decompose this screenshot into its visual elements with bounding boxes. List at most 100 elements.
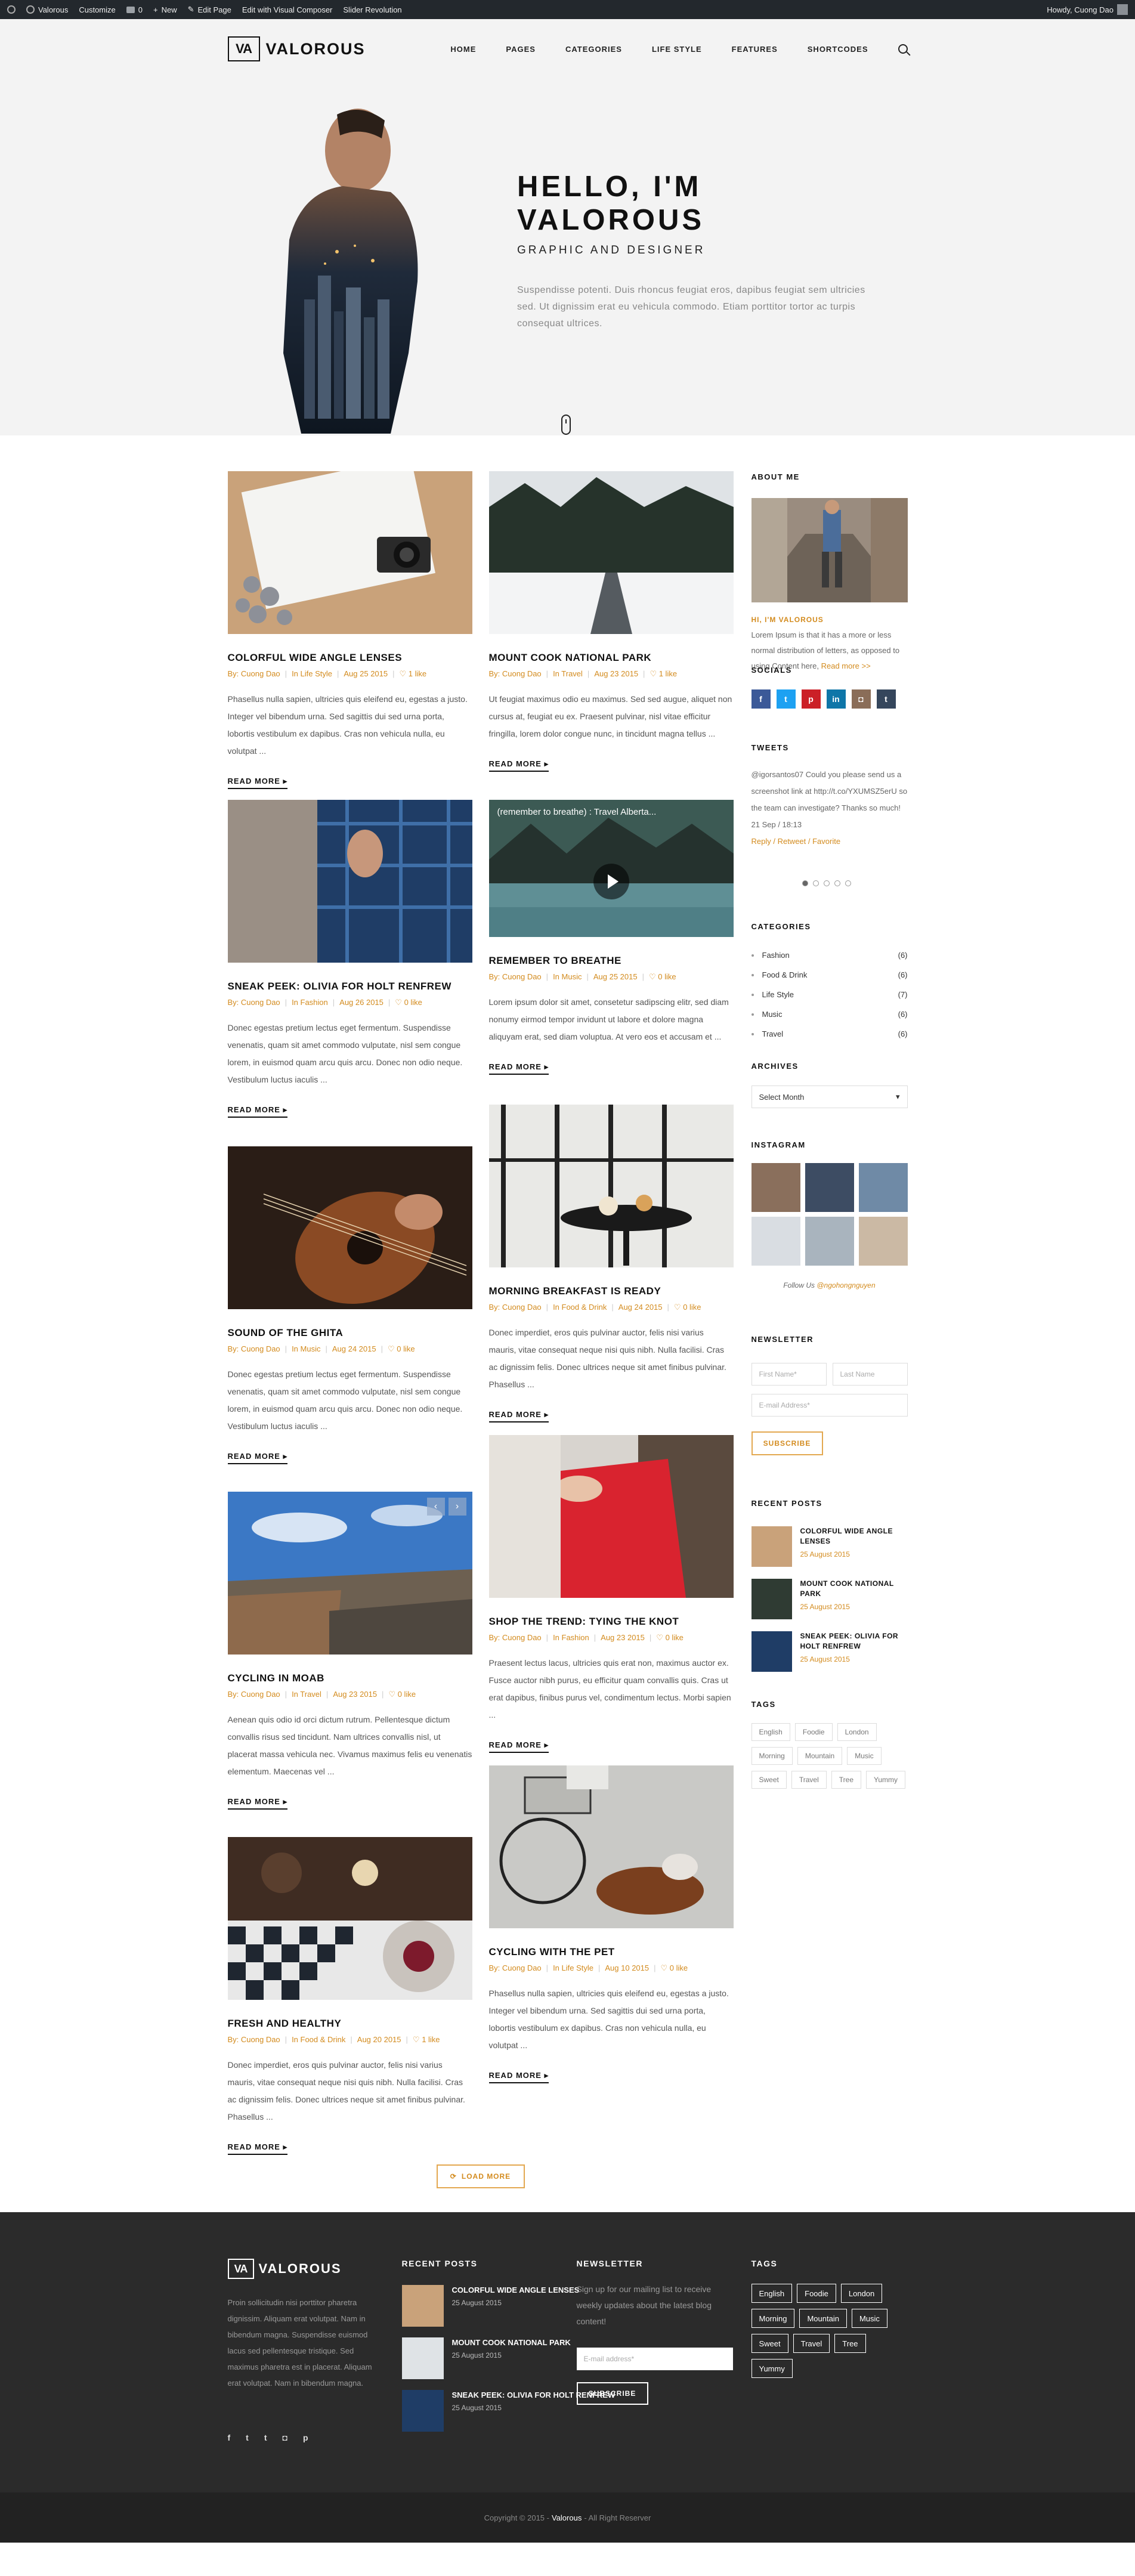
post-thumbnail[interactable]	[227, 1837, 472, 2000]
instagram-icon[interactable]: ◘	[283, 2433, 287, 2442]
facebook-icon[interactable]: f	[751, 689, 771, 709]
category-item[interactable]: Life Style (7)	[751, 985, 908, 1004]
heart-icon[interactable]: ♡	[388, 1690, 397, 1699]
pagination-dot[interactable]	[802, 880, 808, 886]
read-more-link[interactable]: READ MORE ▸	[488, 759, 549, 772]
post-slider[interactable]: ‹ ›	[227, 1492, 472, 1655]
read-more-link[interactable]: READ MORE ▸	[488, 1410, 549, 1422]
recent-post-thumb[interactable]	[751, 1579, 792, 1619]
recent-post[interactable]: MOUNT COOK NATIONAL PARK 25 August 2015	[751, 1579, 908, 1619]
pinterest-icon[interactable]: p	[303, 2433, 308, 2442]
tag-link[interactable]: Travel	[791, 1771, 827, 1789]
tag-link[interactable]: Sweet	[751, 1771, 787, 1789]
post-title[interactable]: SHOP THE TREND: TYING THE KNOT	[489, 1616, 734, 1628]
nav-life-style[interactable]: LIFE STYLE	[652, 45, 702, 54]
heart-icon[interactable]: ♡	[413, 2035, 422, 2044]
post-category[interactable]: In Fashion	[553, 1633, 589, 1642]
heart-icon[interactable]: ♡	[388, 1344, 397, 1353]
tag-link[interactable]: Yummy	[751, 2359, 793, 2378]
admin-user-menu[interactable]: Howdy, Cuong Dao	[1047, 4, 1128, 15]
heart-icon[interactable]: ♡	[656, 1633, 665, 1642]
post-category[interactable]: In Fashion	[292, 998, 328, 1007]
post-category[interactable]: In Travel	[292, 1690, 321, 1699]
tag-link[interactable]: Yummy	[866, 1771, 906, 1789]
about-read-more[interactable]: Read more >>	[821, 661, 871, 670]
post-thumbnail[interactable]	[227, 471, 472, 634]
recent-post-thumb[interactable]	[751, 1526, 792, 1567]
wp-logo-icon[interactable]	[7, 5, 16, 14]
post-title[interactable]: CYCLING IN MOAB	[228, 1672, 472, 1684]
footer-email-field[interactable]: E-mail address*	[576, 2348, 733, 2370]
tumblr-icon[interactable]: t	[876, 689, 896, 709]
post-title[interactable]: MOUNT COOK NATIONAL PARK	[489, 652, 734, 664]
post-category[interactable]: In Life Style	[553, 1963, 593, 1972]
heart-icon[interactable]: ♡	[649, 972, 658, 981]
instagram-photo[interactable]	[858, 1163, 908, 1212]
post-author[interactable]: By: Cuong Dao	[489, 1303, 542, 1312]
post-title[interactable]: CYCLING WITH THE PET	[489, 1946, 734, 1958]
read-more-link[interactable]: READ MORE ▸	[227, 1452, 288, 1464]
post-title[interactable]: SNEAK PEEK: OLIVIA FOR HOLT RENFREW	[228, 981, 472, 992]
footer-subscribe-button[interactable]: SUBSCRIBE	[576, 2382, 648, 2405]
follow-handle[interactable]: @ngohongnguyen	[817, 1281, 875, 1289]
admin-site-link[interactable]: Valorous	[26, 5, 68, 14]
site-logo[interactable]: VA VALOROUS	[227, 36, 366, 61]
recent-post-thumb[interactable]	[401, 2285, 444, 2327]
post-title[interactable]: SOUND OF THE GHITA	[228, 1327, 472, 1339]
tumblr-icon[interactable]: t	[264, 2433, 267, 2442]
post-category[interactable]: In Life Style	[292, 669, 332, 678]
category-item[interactable]: Travel (6)	[751, 1024, 908, 1044]
post-category[interactable]: In Music	[292, 1344, 320, 1353]
recent-post-title[interactable]: COLORFUL WIDE ANGLE LENSES	[452, 2285, 580, 2295]
post-title[interactable]: MORNING BREAKFAST IS READY	[489, 1285, 734, 1297]
video-embed[interactable]: (remember to breathe) : Travel Alberta..…	[488, 800, 734, 963]
chevron-left-icon[interactable]: ‹	[426, 1498, 445, 1516]
recent-post-thumb[interactable]	[401, 2390, 444, 2432]
category-item[interactable]: Food & Drink (6)	[751, 965, 908, 985]
admin-edit-link[interactable]: ✎ Edit Page	[188, 5, 231, 14]
instagram-photo[interactable]	[805, 1217, 854, 1266]
tag-link[interactable]: Music	[851, 2309, 887, 2328]
nav-shortcodes[interactable]: SHORTCODES	[808, 45, 868, 54]
copyright-brand[interactable]: Valorous	[552, 2513, 582, 2522]
post-category[interactable]: In Travel	[553, 669, 583, 678]
linkedin-icon[interactable]: in	[826, 689, 846, 709]
play-icon[interactable]	[593, 864, 629, 899]
read-more-link[interactable]: READ MORE ▸	[227, 2142, 288, 2155]
twitter-icon[interactable]: t	[246, 2433, 249, 2442]
admin-composer-link[interactable]: Edit with Visual Composer	[242, 5, 333, 14]
category-item[interactable]: Fashion (6)	[751, 945, 908, 965]
tag-link[interactable]: Foodie	[794, 1723, 833, 1741]
nav-features[interactable]: FEATURES	[732, 45, 778, 54]
post-author[interactable]: By: Cuong Dao	[228, 669, 280, 678]
post-title[interactable]: COLORFUL WIDE ANGLE LENSES	[228, 652, 472, 664]
pagination-dot[interactable]	[834, 880, 840, 886]
post-author[interactable]: By: Cuong Dao	[489, 1963, 542, 1972]
post-author[interactable]: By: Cuong Dao	[228, 1690, 280, 1699]
recent-post-title[interactable]: SNEAK PEEK: OLIVIA FOR HOLT RENFREW	[800, 1631, 908, 1652]
search-icon[interactable]	[898, 44, 908, 54]
pinterest-icon[interactable]: p	[801, 689, 821, 709]
twitter-icon[interactable]: t	[776, 689, 796, 709]
archive-select[interactable]: Select Month ▾	[751, 1086, 908, 1108]
recent-post[interactable]: SNEAK PEEK: OLIVIA FOR HOLT RENFREW 25 Au…	[751, 1631, 908, 1672]
nav-pages[interactable]: PAGES	[506, 45, 536, 54]
heart-icon[interactable]: ♡	[395, 998, 404, 1007]
tag-link[interactable]: Mountain	[797, 1747, 843, 1765]
heart-icon[interactable]: ♡	[400, 669, 409, 678]
instagram-photo[interactable]	[805, 1163, 854, 1212]
facebook-icon[interactable]: f	[228, 2433, 231, 2442]
recent-post-title[interactable]: MOUNT COOK NATIONAL PARK	[452, 2337, 571, 2348]
read-more-link[interactable]: READ MORE ▸	[488, 2071, 549, 2083]
instagram-photo[interactable]	[751, 1217, 800, 1266]
tag-link[interactable]: London	[837, 1723, 877, 1741]
heart-icon[interactable]: ♡	[650, 669, 658, 678]
tag-link[interactable]: Mountain	[799, 2309, 847, 2328]
post-category[interactable]: In Music	[553, 972, 582, 981]
recent-post-title[interactable]: MOUNT COOK NATIONAL PARK	[800, 1579, 908, 1599]
post-thumbnail[interactable]	[488, 1435, 734, 1598]
heart-icon[interactable]: ♡	[661, 1963, 670, 1972]
tag-link[interactable]: English	[751, 2284, 793, 2303]
post-author[interactable]: By: Cuong Dao	[489, 1633, 542, 1642]
tag-link[interactable]: Tree	[831, 1771, 861, 1789]
